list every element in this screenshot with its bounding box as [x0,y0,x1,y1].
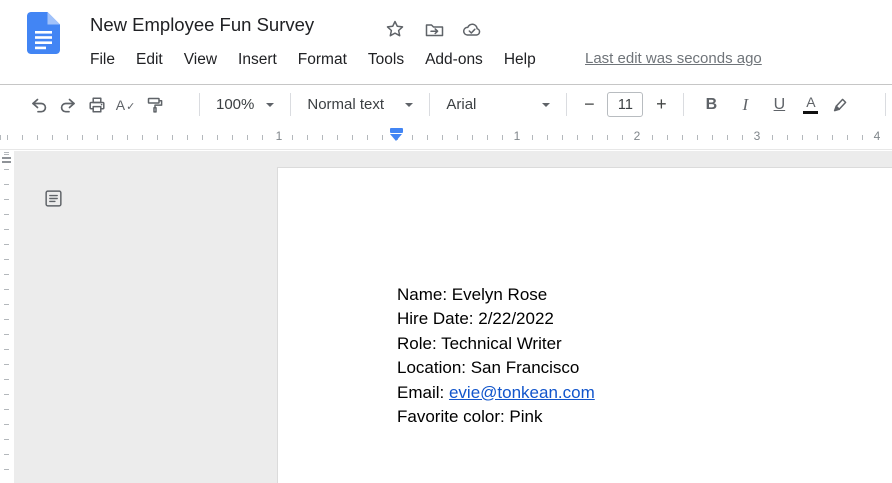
paint-format-button[interactable] [141,91,168,118]
document-text: Name: Evelyn Rose Hire Date: 2/22/2022 R… [397,283,595,429]
toolbar-divider [199,93,200,116]
document-outline-button[interactable] [40,185,66,211]
toolbar-divider [290,93,292,116]
styles-select[interactable]: Normal text [301,91,419,118]
ruler-label: 4 [870,129,884,144]
ruler-ticks [4,151,9,483]
menu-file[interactable]: File [90,51,115,69]
zoom-value: 100% [216,96,255,113]
menu-edit[interactable]: Edit [136,51,163,69]
ruler-label: 1 [510,129,524,144]
font-select[interactable]: Arial [440,91,556,118]
menu-add-ons[interactable]: Add-ons [425,51,483,69]
highlight-color-button[interactable] [826,91,853,118]
docs-logo[interactable] [27,12,60,54]
email-link[interactable]: evie@tonkean.com [449,383,595,402]
chevron-down-icon [266,102,275,107]
menu-view[interactable]: View [184,51,217,69]
ruler-label: 1 [272,129,286,144]
email-label: Email: [397,382,449,402]
undo-button[interactable] [25,91,52,118]
print-button[interactable] [83,91,110,118]
text-line[interactable]: Favorite color: Pink [397,405,595,429]
font-size-input[interactable]: 11 [607,92,644,117]
zoom-select[interactable]: 100% [210,91,280,118]
toolbar: A ✓ 100% Normal text Arial − 11 + B I U … [0,86,892,123]
text-line[interactable]: Location: San Francisco [397,356,595,380]
paragraph-style-value: Normal text [307,96,385,113]
toolbar-divider [566,93,568,116]
chevron-down-icon [542,102,551,107]
horizontal-ruler[interactable]: 1 1 2 3 4 [0,123,892,150]
menu-bar: File Edit View Insert Format Tools Add-o… [90,47,557,73]
left-indent-marker[interactable] [390,134,402,141]
redo-button[interactable] [54,91,81,118]
toolbar-divider [683,93,685,116]
menu-tools[interactable]: Tools [368,51,404,69]
text-line[interactable]: Role: Technical Writer [397,332,595,356]
text-color-icon: A [803,95,819,115]
menu-insert[interactable]: Insert [238,51,277,69]
top-margin-handle[interactable] [2,157,11,159]
document-canvas: Name: Evelyn Rose Hire Date: 2/22/2022 R… [0,151,892,483]
move-folder-icon[interactable] [423,19,445,41]
spellcheck-letter: A [115,96,126,113]
text-line[interactable]: Email: evie@tonkean.com [397,381,595,405]
font-value: Arial [446,96,477,113]
page[interactable]: Name: Evelyn Rose Hire Date: 2/22/2022 R… [278,168,892,483]
header: New Employee Fun Survey File Edit View I… [0,0,892,85]
vertical-ruler[interactable] [0,151,14,483]
indent-marker[interactable] [390,128,403,141]
decrease-font-size-button[interactable]: − [577,91,601,118]
spellcheck-check-icon: ✓ [126,100,136,113]
spellcheck-button[interactable]: A ✓ [112,91,139,118]
highlighter-icon [833,98,847,111]
italic-button[interactable]: I [731,91,759,118]
toolbar-divider [429,93,431,116]
underline-button[interactable]: U [765,91,793,118]
text-color-button[interactable]: A [797,91,824,118]
cloud-status-icon[interactable] [461,19,483,41]
menu-format[interactable]: Format [298,51,347,69]
toolbar-divider [885,93,886,116]
ruler-label: 2 [630,129,644,144]
text-line[interactable]: Hire Date: 2/22/2022 [397,307,595,331]
ruler-label: 3 [750,129,764,144]
first-line-indent-marker[interactable] [390,128,403,133]
document-title[interactable]: New Employee Fun Survey [90,14,314,36]
outline-icon [44,189,62,207]
increase-font-size-button[interactable]: + [649,91,673,118]
text-line[interactable]: Name: Evelyn Rose [397,283,595,307]
star-icon[interactable] [384,18,406,40]
bold-button[interactable]: B [697,91,725,118]
chevron-down-icon [405,102,414,107]
menu-help[interactable]: Help [504,51,536,69]
last-edit-link[interactable]: Last edit was seconds ago [585,50,762,67]
